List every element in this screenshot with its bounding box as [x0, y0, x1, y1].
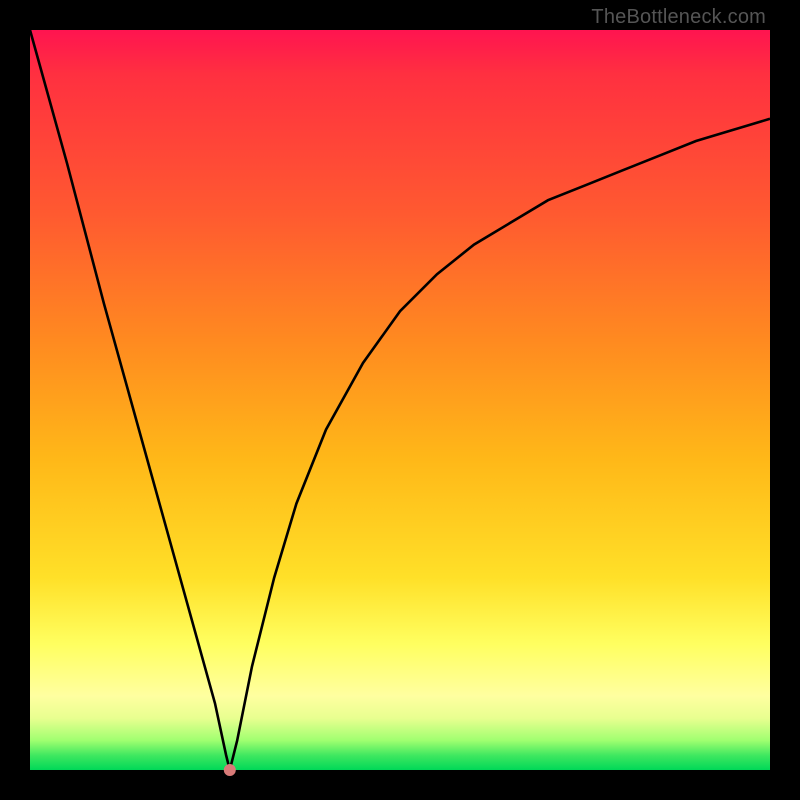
min-marker	[224, 764, 236, 776]
chart-svg	[30, 30, 770, 770]
page-frame: TheBottleneck.com	[0, 0, 800, 800]
curve-right-branch	[230, 119, 770, 770]
watermark-text: TheBottleneck.com	[591, 6, 766, 29]
curve-left-branch	[30, 30, 230, 770]
